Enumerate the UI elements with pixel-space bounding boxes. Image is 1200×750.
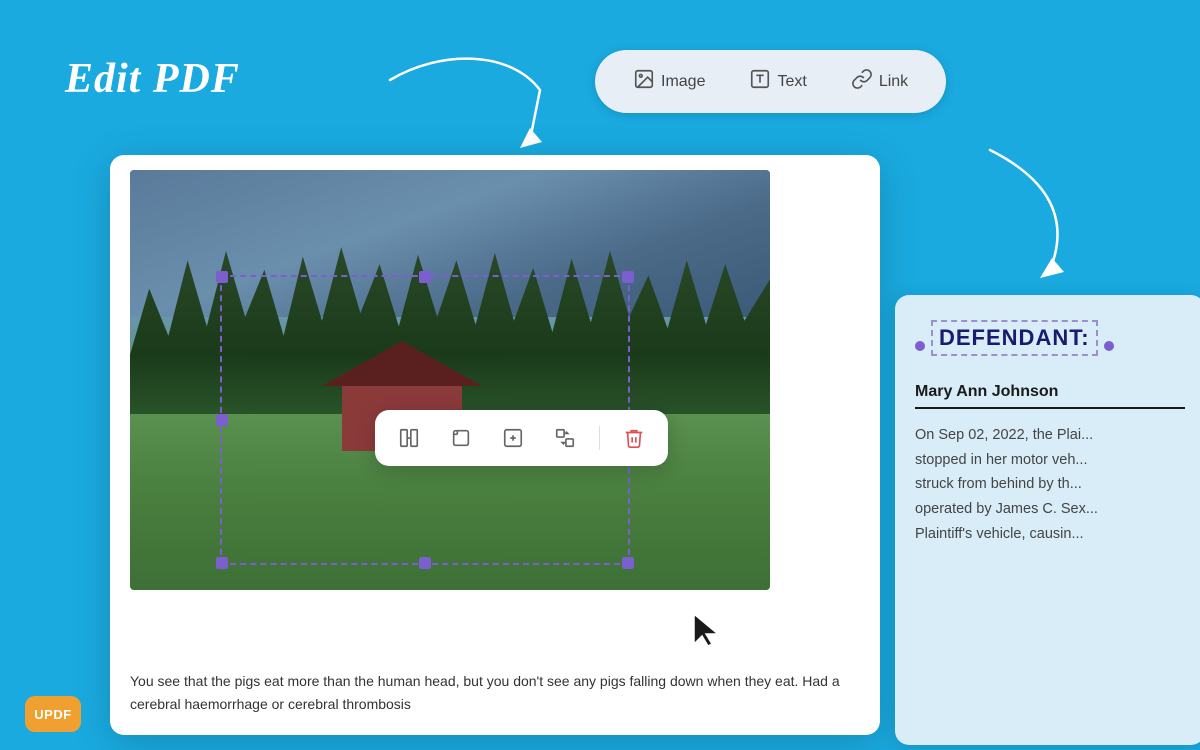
tab-image-label: Image — [661, 73, 705, 91]
pdf-image[interactable] — [130, 170, 770, 590]
tab-image[interactable]: Image — [615, 60, 723, 103]
right-panel: DEFENDANT: Mary Ann Johnson On Sep 02, 2… — [895, 295, 1200, 745]
replace-image-button[interactable] — [391, 420, 427, 456]
defendant-name: Mary Ann Johnson — [915, 383, 1185, 409]
text-icon — [749, 68, 771, 95]
pdf-text-content: You see that the pigs eat more than the … — [130, 673, 840, 711]
pdf-container: You see that the pigs eat more than the … — [110, 155, 880, 735]
pdf-inner: You see that the pigs eat more than the … — [110, 155, 880, 735]
toolbar-pill: Image Text Link — [595, 50, 946, 113]
image-toolbar — [375, 410, 668, 466]
image-icon — [633, 68, 655, 95]
tab-text[interactable]: Text — [731, 60, 824, 103]
barn-roof — [322, 341, 482, 386]
tab-text-label: Text — [777, 73, 806, 91]
logo-text: UPDF — [34, 707, 71, 722]
cursor-arrow — [690, 610, 720, 650]
link-icon — [851, 68, 873, 95]
convert-button[interactable] — [547, 420, 583, 456]
tab-link[interactable]: Link — [833, 60, 926, 103]
legal-body-text: On Sep 02, 2022, the Plai... stopped in … — [915, 423, 1185, 546]
photo-background — [130, 170, 770, 590]
crop-button[interactable] — [443, 420, 479, 456]
selection-dot-left — [915, 341, 925, 351]
selection-dot-right — [1104, 341, 1114, 351]
extract-button[interactable] — [495, 420, 531, 456]
delete-button[interactable] — [616, 420, 652, 456]
updf-logo: UPDF — [25, 696, 81, 732]
page-title: Edit PDF — [65, 55, 240, 103]
pdf-body-text: You see that the pigs eat more than the … — [130, 670, 860, 715]
tab-link-label: Link — [879, 73, 908, 91]
toolbar-divider — [599, 426, 600, 450]
defendant-label: DEFENDANT: — [931, 320, 1098, 356]
defendant-wrapper: DEFENDANT: — [915, 320, 1185, 371]
